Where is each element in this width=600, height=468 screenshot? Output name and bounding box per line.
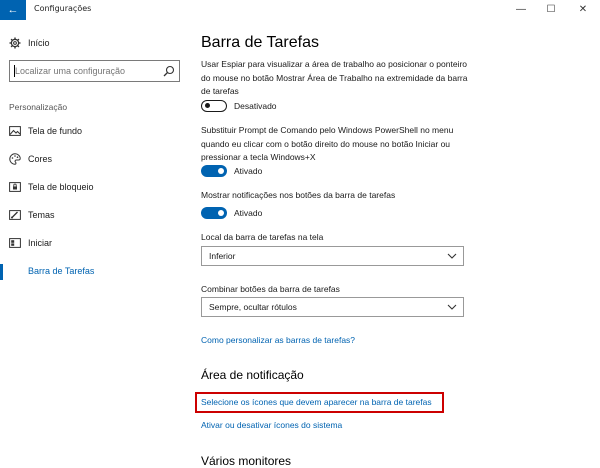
- back-button[interactable]: ←: [0, 0, 26, 20]
- minimize-icon: —: [516, 4, 526, 15]
- page-title: Barra de Tarefas: [201, 34, 319, 51]
- sidebar-item-iniciar[interactable]: Iniciar: [0, 234, 190, 254]
- back-arrow-icon: ←: [7, 4, 19, 16]
- toggle-state-label: Desativado: [234, 101, 277, 111]
- sidebar-item-label: Tela de bloqueio: [28, 182, 94, 192]
- sidebar: Início Localizar uma configuração Person…: [0, 20, 190, 468]
- active-indicator: [0, 264, 3, 280]
- system-icons-link[interactable]: Ativar ou desativar ícones do sistema: [201, 420, 342, 430]
- search-placeholder: Localizar uma configuração: [15, 66, 126, 76]
- sidebar-item-label: Temas: [28, 210, 55, 220]
- sidebar-item-temas[interactable]: Temas: [0, 206, 190, 226]
- toggle-knob: [205, 103, 210, 108]
- chevron-down-icon: [447, 304, 457, 310]
- powershell-toggle[interactable]: [201, 165, 227, 177]
- multiple-monitors-title: Vários monitores: [201, 454, 292, 468]
- close-button[interactable]: ✕: [568, 0, 598, 20]
- sidebar-item-label: Cores: [28, 154, 53, 164]
- brush-icon: [9, 210, 21, 220]
- main-content: Barra de Tarefas Usar Espiar para visual…: [195, 20, 591, 468]
- picture-icon: [9, 126, 21, 136]
- sidebar-item-label: Iniciar: [28, 238, 53, 248]
- toggle-knob: [218, 168, 224, 174]
- location-value: Inferior: [209, 251, 236, 261]
- location-select[interactable]: Inferior: [201, 246, 464, 266]
- sidebar-item-label: Tela de fundo: [28, 126, 83, 136]
- notification-area-title: Área de notificação: [201, 368, 304, 382]
- start-icon: [9, 238, 21, 248]
- peek-toggle[interactable]: [201, 100, 227, 112]
- sidebar-item-tela-de-fundo[interactable]: Tela de fundo: [0, 122, 190, 142]
- setting-description: Substituir Prompt de Comando pelo Window…: [201, 125, 454, 162]
- close-icon: ✕: [578, 4, 588, 15]
- maximize-icon: ☐: [546, 4, 556, 15]
- section-label: Personalização: [9, 102, 68, 112]
- toggle-knob: [218, 210, 224, 216]
- search-input[interactable]: Localizar uma configuração: [9, 60, 180, 82]
- search-icon[interactable]: [163, 65, 175, 77]
- sidebar-item-cores[interactable]: Cores: [0, 150, 190, 170]
- chevron-down-icon: [447, 253, 457, 259]
- notifications-toggle[interactable]: [201, 207, 227, 219]
- location-label: Local da barra de tarefas na tela: [201, 232, 324, 242]
- select-icons-link[interactable]: Selecione os ícones que devem aparecer n…: [201, 397, 432, 407]
- title-bar: ← Configurações — ☐ ✕: [0, 0, 600, 20]
- setting-description: Usar Espiar para visualizar a área de tr…: [201, 59, 468, 96]
- maximize-button[interactable]: ☐: [536, 0, 566, 20]
- toggle-state-label: Ativado: [234, 208, 263, 218]
- window-title: Configurações: [34, 4, 92, 13]
- gear-icon: [9, 37, 21, 49]
- combine-select[interactable]: Sempre, ocultar rótulos: [201, 297, 464, 317]
- customize-link[interactable]: Como personalizar as barras de tarefas?: [201, 335, 355, 345]
- lock-screen-icon: [9, 182, 21, 192]
- setting-description: Mostrar notificações nos botões da barra…: [201, 190, 396, 200]
- toggle-state-label: Ativado: [234, 166, 263, 176]
- sidebar-item-label: Barra de Tarefas: [28, 266, 95, 276]
- combine-label: Combinar botões da barra de tarefas: [201, 284, 340, 294]
- palette-icon: [9, 153, 21, 165]
- home-label: Início: [28, 38, 50, 48]
- sidebar-item-barra-de-tarefas[interactable]: Barra de Tarefas: [0, 262, 190, 282]
- minimize-button[interactable]: —: [506, 0, 536, 20]
- combine-value: Sempre, ocultar rótulos: [209, 302, 297, 312]
- sidebar-item-tela-de-bloqueio[interactable]: Tela de bloqueio: [0, 178, 190, 198]
